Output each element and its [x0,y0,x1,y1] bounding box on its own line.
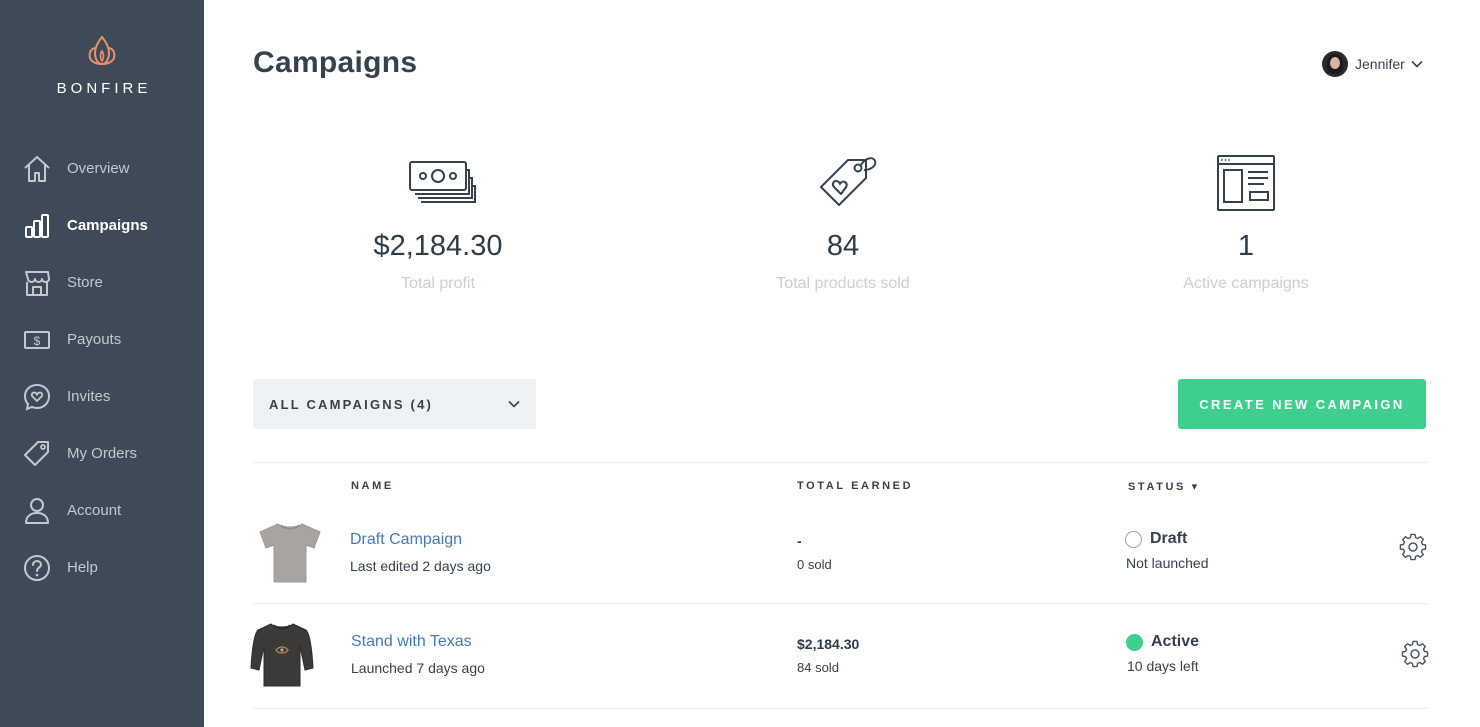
brand[interactable]: BONFIRE [0,34,204,97]
stat-value: 1 [1237,230,1255,262]
create-new-campaign-button[interactable]: CREATE NEW CAMPAIGN [1178,379,1426,429]
home-icon [24,156,50,182]
stat-active-campaigns: 1 Active campaigns [1096,148,1396,293]
total-earned: - [797,533,802,549]
table-row[interactable]: Draft Campaign Last edited 2 days ago - … [240,506,1440,606]
app: BONFIRE Overview Campaigns Store $ Payou… [0,0,1480,727]
campaign-subtext: Last edited 2 days ago [350,558,491,574]
bar-chart-icon [25,214,49,238]
browser-window-icon [1217,155,1275,211]
page-title: Campaigns [253,46,418,79]
divider [253,708,1428,709]
filter-label: ALL CAMPAIGNS (4) [269,397,434,412]
sidebar-item-campaigns[interactable]: Campaigns [0,205,204,245]
sold-count: 0 sold [797,557,832,572]
column-header-status[interactable]: STATUS ▾ [1128,480,1200,493]
stat-value: 84 [826,230,860,262]
sidebar-item-label: My Orders [67,445,138,462]
stat-label: Total products sold [776,275,910,292]
heart-chat-icon [23,383,51,411]
status-subtext: 10 days left [1127,658,1199,674]
status-active-indicator [1126,633,1143,651]
sidebar-item-label: Account [67,502,122,519]
sidebar-item-invites[interactable]: Invites [0,376,204,416]
status-draft-indicator [1125,530,1142,548]
svg-text:$: $ [34,334,41,348]
status-subtext: Not launched [1126,555,1209,571]
stat-total-profit: $2,184.30 Total profit [288,148,588,293]
gear-icon[interactable] [1399,533,1427,561]
chevron-down-icon [1411,60,1423,68]
stat-total-products-sold: 84 Total products sold [693,148,993,293]
chevron-down-icon [508,400,520,408]
status-badge: Active [1126,633,1199,651]
sidebar-item-payouts[interactable]: $ Payouts [0,319,204,359]
user-name: Jennifer [1355,56,1405,72]
sidebar-item-label: Payouts [67,331,122,348]
gray-tshirt-thumbnail [259,523,321,583]
status-badge: Draft [1125,530,1187,548]
sidebar-item-label: Campaigns [67,217,148,234]
table-row[interactable]: Stand with Texas Launched 7 days ago $2,… [240,610,1440,710]
total-earned: $2,184.30 [797,636,860,652]
sidebar: BONFIRE Overview Campaigns Store $ Payou… [0,0,204,727]
sidebar-item-store[interactable]: Store [0,262,204,302]
money-stack-icon [409,161,476,203]
stat-value: $2,184.30 [373,230,503,262]
stat-label: Total profit [401,275,475,292]
sidebar-item-my-orders[interactable]: My Orders [0,433,204,473]
sidebar-item-help[interactable]: Help [0,547,204,587]
brand-name: BONFIRE [56,80,152,97]
tag-icon [24,441,49,466]
stat-label: Active campaigns [1183,275,1309,292]
sold-count: 84 sold [797,660,839,675]
person-icon [25,498,49,524]
price-tag-heart-icon [820,157,877,206]
dollar-bill-icon: $ [24,331,50,349]
sidebar-item-overview[interactable]: Overview [0,148,204,188]
sidebar-item-label: Help [67,559,98,576]
user-menu[interactable]: Jennifer [1322,50,1423,78]
divider [253,603,1428,604]
sidebar-item-account[interactable]: Account [0,490,204,530]
flame-logo-icon [88,35,116,66]
column-header-total-earned[interactable]: TOTAL EARNED [797,480,913,492]
campaign-filter-dropdown[interactable]: ALL CAMPAIGNS (4) [253,379,536,429]
column-header-name[interactable]: NAME [351,480,394,492]
sidebar-item-label: Store [67,274,103,291]
black-longsleeve-thumbnail [250,623,314,687]
campaign-name-link[interactable]: Draft Campaign [350,531,462,549]
question-circle-icon [24,555,50,581]
avatar [1322,51,1348,77]
gear-icon[interactable] [1401,640,1429,668]
status-label: Draft [1150,530,1188,547]
sidebar-item-label: Invites [67,388,111,405]
sidebar-item-label: Overview [67,160,130,177]
status-label: Active [1151,633,1200,650]
storefront-icon [25,271,50,296]
campaign-subtext: Launched 7 days ago [351,660,485,676]
campaign-name-link[interactable]: Stand with Texas [351,633,472,651]
divider [253,462,1428,463]
